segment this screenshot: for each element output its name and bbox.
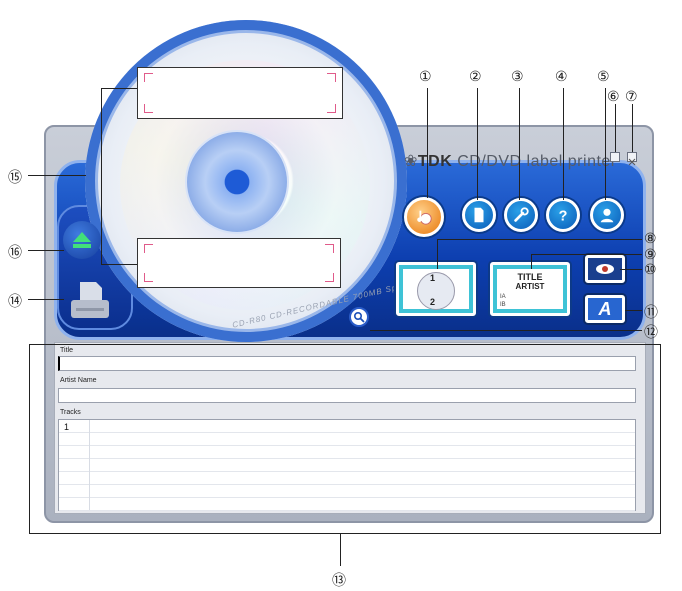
callout-line-16	[28, 250, 64, 251]
callout-line-2	[477, 88, 478, 200]
callout-line-9	[531, 254, 642, 255]
music-button[interactable]	[404, 197, 444, 237]
title-thumb-row-b: IB	[500, 302, 506, 308]
callout-11: ⑪	[644, 304, 658, 320]
callout-10: ⑩	[644, 261, 657, 277]
title-thumb-artist: ARTIST	[515, 282, 545, 291]
close-button[interactable]	[627, 152, 637, 166]
callout-6: ⑥	[607, 88, 620, 104]
callout-line-8	[437, 239, 642, 240]
callout-5: ⑤	[597, 68, 610, 84]
user-button[interactable]	[590, 198, 624, 232]
callout-frame-13	[29, 344, 661, 534]
cd-bottom-text-area[interactable]	[137, 238, 341, 288]
disc-thumb	[417, 272, 455, 310]
callout-line-3	[519, 88, 520, 200]
music-disc-icon	[417, 210, 432, 225]
callout-line-12	[370, 330, 642, 331]
title-layout-preview: TITLE ARTIST IA IB	[497, 269, 563, 309]
eject-icon	[73, 232, 91, 248]
zoom-button[interactable]	[349, 307, 369, 327]
close-icon	[628, 158, 636, 166]
callout-line-11	[625, 310, 642, 311]
callout-line-9b	[531, 254, 532, 269]
callout-line-10	[620, 269, 642, 270]
question-icon: ?	[559, 208, 568, 224]
callout-line-15	[28, 175, 86, 176]
print-button[interactable]	[64, 276, 116, 326]
callout-12: ⑫	[644, 324, 658, 340]
callout-line-14	[28, 299, 64, 300]
wrench-icon	[514, 207, 529, 222]
callout-3: ③	[511, 68, 524, 84]
title-layout-button[interactable]: TITLE ARTIST IA IB	[490, 262, 570, 316]
brand-logo: TDK	[417, 153, 453, 170]
callout-line-15b	[101, 88, 102, 264]
callout-13: ⑬	[332, 572, 346, 588]
user-icon	[600, 208, 614, 223]
eye-icon	[596, 264, 614, 274]
disc-label-1: 1	[430, 273, 436, 283]
disc-layout-preview: 1 2	[403, 269, 469, 310]
callout-line-6	[615, 104, 616, 152]
disc-layout-button[interactable]: 1 2	[396, 262, 476, 316]
callout-2: ②	[469, 68, 482, 84]
preview-button[interactable]	[585, 255, 625, 283]
callout-15: ⑮	[8, 169, 22, 185]
font-button[interactable]: A	[585, 295, 625, 323]
callout-14: ⑭	[8, 293, 22, 309]
callout-4: ④	[555, 68, 568, 84]
callout-8: ⑧	[644, 230, 657, 246]
settings-button[interactable]	[504, 198, 538, 232]
callout-line-1	[427, 88, 428, 198]
brand-title: ❀TDK CD/DVD label printer	[404, 151, 617, 171]
tdk-logo: ❀	[404, 153, 418, 170]
callout-7: ⑦	[625, 88, 638, 104]
disc-label-2: 2	[430, 297, 436, 307]
callout-line-4	[563, 88, 564, 200]
callout-line-8b	[437, 239, 438, 269]
new-document-icon	[474, 207, 484, 223]
callout-16: ⑯	[8, 244, 22, 260]
help-button[interactable]: ?	[546, 198, 580, 232]
minimize-button[interactable]	[610, 152, 620, 162]
callout-line-5	[605, 88, 606, 200]
brand-text: CD/DVD label printer	[457, 153, 617, 170]
new-button[interactable]	[462, 198, 496, 232]
callout-line-15d	[101, 264, 137, 265]
printer-icon	[71, 282, 109, 318]
title-thumb-title: TITLE	[517, 272, 543, 282]
title-thumb-row-a: IA	[500, 294, 506, 300]
callout-1: ①	[419, 68, 432, 84]
cd-hub	[185, 130, 289, 234]
magnifier-icon	[353, 311, 365, 323]
callout-line-7	[632, 104, 633, 152]
cd-top-text-area[interactable]	[137, 67, 343, 119]
callout-line-15c	[101, 88, 137, 89]
callout-line-13	[340, 534, 341, 566]
svg-text:?: ?	[559, 208, 568, 224]
eject-button[interactable]	[63, 221, 101, 259]
